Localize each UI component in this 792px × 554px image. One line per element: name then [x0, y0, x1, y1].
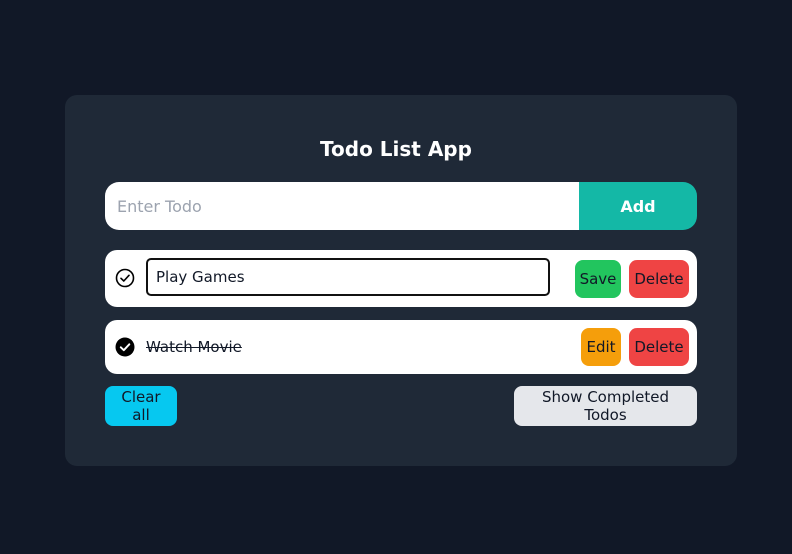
delete-button[interactable]: Delete [629, 260, 689, 298]
add-button[interactable]: Add [579, 182, 697, 230]
edit-button[interactable]: Edit [581, 328, 621, 366]
clear-all-button[interactable]: Clear all [105, 386, 177, 426]
todo-item: Watch Movie Edit Delete [105, 320, 697, 374]
page-title: Todo List App [320, 137, 472, 161]
add-todo-form: Add [105, 182, 697, 230]
circle-check-outline-icon[interactable] [115, 268, 135, 288]
todo-edit-input[interactable] [146, 258, 550, 296]
delete-button[interactable]: Delete [629, 328, 689, 366]
todo-item: Save Delete [105, 250, 697, 307]
todo-text: Watch Movie [146, 338, 242, 356]
todo-input[interactable] [105, 182, 579, 230]
save-button[interactable]: Save [575, 260, 621, 298]
show-completed-button[interactable]: Show Completed Todos [514, 386, 697, 426]
circle-check-filled-icon[interactable] [115, 337, 135, 357]
